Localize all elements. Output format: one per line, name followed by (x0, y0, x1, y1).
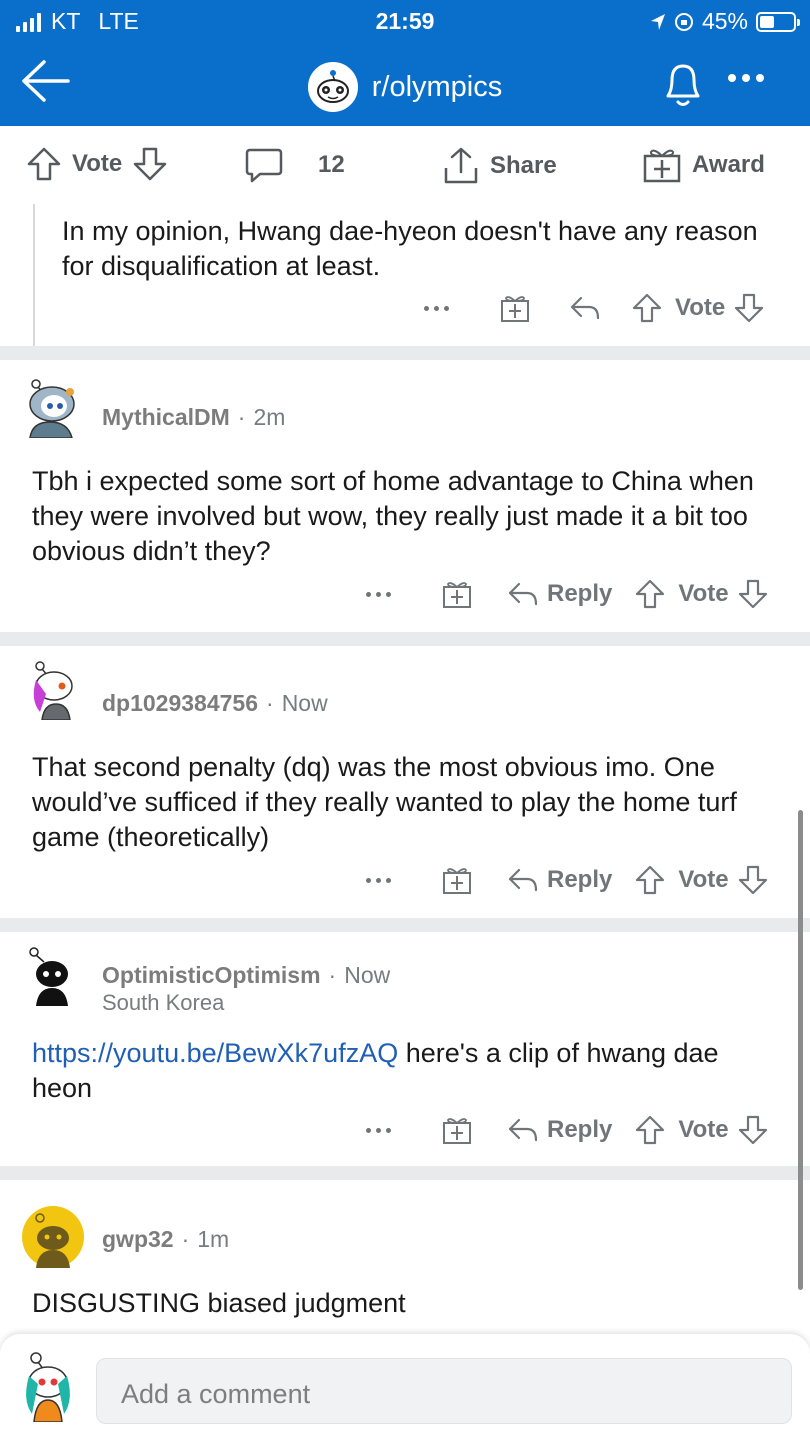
more-icon[interactable] (366, 591, 391, 597)
my-avatar[interactable] (16, 1350, 80, 1422)
app-header: KT LTE 21:59 45% r/olympics (0, 0, 810, 126)
award-button[interactable]: Award (642, 146, 765, 184)
gift-icon (643, 149, 681, 183)
downvote-icon[interactable] (733, 292, 765, 324)
comments-button[interactable]: 12 (244, 146, 345, 184)
comment-actions: Reply Vote (366, 578, 769, 610)
post-vote-label: Vote (72, 150, 123, 177)
downvote-icon[interactable] (132, 146, 168, 182)
vote-label: Vote (678, 1116, 729, 1143)
comment-body: In my opinion, Hwang dae-hyeon doesn't h… (62, 216, 758, 281)
comment-body: DISGUSTING biased judgment (32, 1288, 406, 1318)
comment-author-line: dp1029384756 · Now (102, 690, 328, 717)
meta-dot: · (266, 690, 274, 716)
upvote-icon[interactable] (26, 146, 62, 182)
comment-bubble-icon (245, 148, 283, 183)
username[interactable]: OptimisticOptimism (102, 962, 321, 989)
upvote-icon[interactable] (634, 578, 666, 610)
nav-bar: r/olympics (0, 42, 810, 126)
username[interactable]: dp1029384756 (102, 690, 258, 717)
gift-icon[interactable] (441, 578, 473, 610)
orientation-lock-icon (674, 12, 693, 31)
thread-line (33, 204, 35, 346)
reply-button[interactable]: Reply (507, 580, 612, 608)
comment-separator (0, 1166, 810, 1180)
comment-actions: Reply Vote (366, 1114, 769, 1146)
user-avatar[interactable] (22, 946, 78, 1006)
reply-icon[interactable] (569, 294, 601, 322)
meta-dot: · (328, 962, 337, 988)
upvote-icon[interactable] (631, 292, 663, 324)
reply-button[interactable]: Reply (507, 866, 612, 894)
comment-actions: Vote (424, 292, 765, 324)
comment-time: 1m (197, 1226, 230, 1252)
comment-time: Now (281, 690, 328, 716)
comment-input[interactable]: Add a comment (96, 1358, 792, 1424)
upvote-icon[interactable] (634, 864, 666, 896)
comment-author-line: gwp32 · 1m (102, 1226, 229, 1253)
share-icon (444, 147, 478, 184)
downvote-icon[interactable] (737, 1114, 769, 1146)
share-label: Share (490, 152, 557, 179)
comment-body: Tbh i expected some sort of home advanta… (32, 466, 754, 566)
youtube-link[interactable]: https://youtu.be/BewXk7ufzAQ (32, 1038, 398, 1068)
comment-separator (0, 918, 810, 932)
meta-dot: · (181, 1226, 190, 1252)
more-options-icon[interactable] (728, 68, 770, 88)
comment-separator (0, 346, 810, 360)
comment-author-line: OptimisticOptimism · Now (102, 962, 390, 989)
user-flair: South Korea (102, 990, 225, 1015)
reply-icon (508, 582, 538, 606)
location-icon (650, 13, 665, 30)
meta-dot: · (237, 404, 246, 430)
reddit-comments-screen: KT LTE 21:59 45% r/olympics Vote 12 Shar… (0, 0, 810, 1440)
comment-composer: Add a comment (0, 1334, 810, 1440)
subreddit-name: r/olympics (371, 70, 503, 103)
comment-count: 12 (318, 151, 345, 178)
comment-separator (0, 632, 810, 646)
comment-body: That second penalty (dq) was the most ob… (32, 752, 737, 852)
username[interactable]: gwp32 (102, 1226, 174, 1253)
more-icon[interactable] (366, 1127, 391, 1133)
status-bar: KT LTE 21:59 45% (0, 0, 810, 42)
gift-icon[interactable] (441, 1114, 473, 1146)
reply-icon (508, 868, 538, 892)
downvote-icon[interactable] (737, 864, 769, 896)
gift-icon[interactable] (441, 864, 473, 896)
more-icon[interactable] (424, 305, 449, 311)
upvote-icon[interactable] (634, 1114, 666, 1146)
reply-button[interactable]: Reply (507, 1116, 612, 1144)
battery-percent: 45% (701, 8, 748, 34)
more-icon[interactable] (366, 877, 391, 883)
gift-icon[interactable] (499, 292, 531, 324)
reply-label: Reply (547, 1116, 613, 1143)
scrollbar[interactable] (798, 810, 803, 1290)
post-action-bar: Vote 12 Share Award (0, 126, 810, 204)
user-avatar[interactable] (22, 660, 78, 720)
battery-icon (756, 11, 800, 32)
award-label: Award (692, 151, 765, 178)
comment-author-line: MythicalDM · 2m (102, 404, 285, 431)
comment-body: https://youtu.be/BewXk7ufzAQ here's a cl… (32, 1036, 782, 1106)
share-button[interactable]: Share (442, 146, 557, 186)
notification-bell-icon[interactable] (658, 56, 708, 110)
vote-label: Vote (678, 866, 729, 893)
comment-actions: Reply Vote (366, 864, 769, 896)
reply-icon (508, 1118, 538, 1142)
subreddit-avatar (307, 62, 358, 112)
username[interactable]: MythicalDM (102, 404, 230, 431)
vote-label: Vote (675, 294, 726, 321)
post-vote-control: Vote (26, 146, 168, 182)
vote-label: Vote (678, 580, 729, 607)
reply-label: Reply (547, 866, 613, 893)
comment-time: Now (344, 962, 391, 988)
downvote-icon[interactable] (737, 578, 769, 610)
user-avatar[interactable] (22, 1206, 84, 1268)
user-avatar[interactable] (22, 378, 78, 438)
comment-time: 2m (253, 404, 286, 430)
reply-label: Reply (547, 580, 613, 607)
